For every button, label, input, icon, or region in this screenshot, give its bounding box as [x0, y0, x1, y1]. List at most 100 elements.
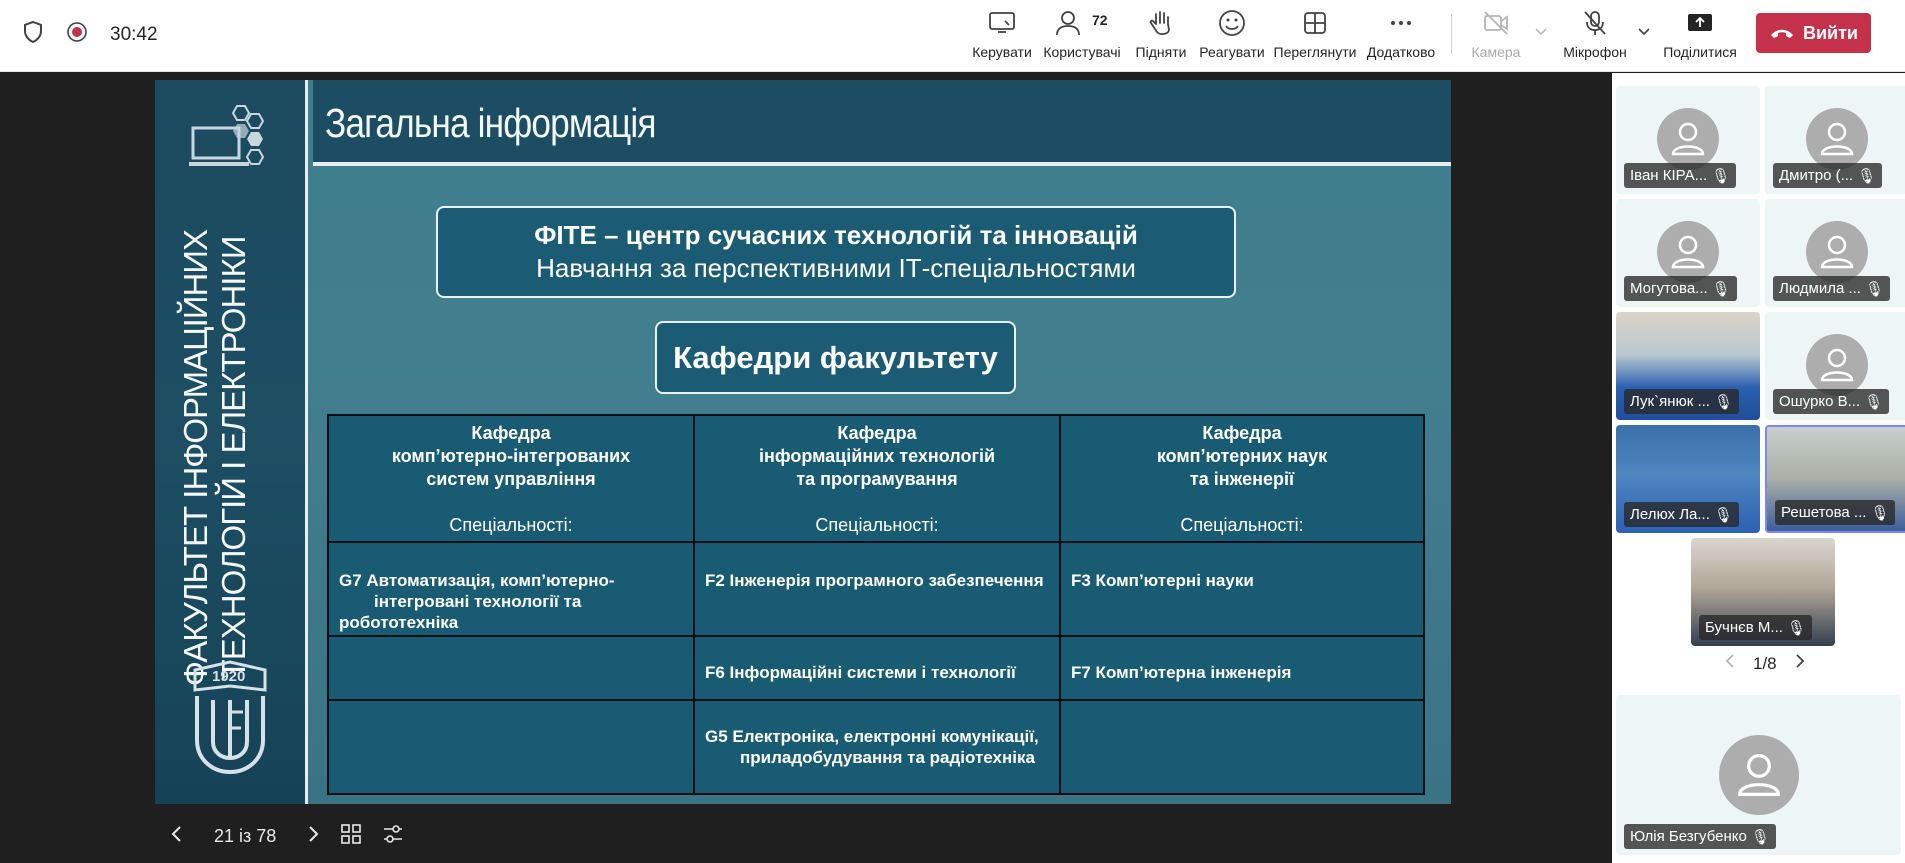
previous-page-icon[interactable]: [1725, 653, 1735, 674]
grid-view-icon[interactable]: [340, 823, 362, 850]
table-row: F6 Інформаційні системи і технології F7 …: [327, 635, 1425, 701]
specialty-text: G5 Електроніка, електронні комунікації,: [705, 727, 1039, 746]
specialty-text: F2 Інженерія програмного забезпечення: [705, 571, 1044, 590]
camera-button[interactable]: Камера: [1451, 8, 1541, 60]
share-control-button[interactable]: Керувати: [957, 8, 1047, 60]
share-button[interactable]: Поділитися: [1655, 8, 1745, 60]
specialties-label: Спеціальності:: [815, 515, 939, 535]
participant-tile[interactable]: Іван КІРА... 🎙: [1616, 86, 1760, 194]
specialties-label: Спеціальності:: [1180, 515, 1304, 535]
mic-options-chevron-icon[interactable]: [1637, 24, 1651, 42]
hangup-icon: [1770, 29, 1793, 38]
people-icon: [1056, 11, 1080, 36]
next-slide-icon[interactable]: [306, 825, 320, 848]
avatar: [1657, 221, 1719, 283]
toolbar-label: Додатково: [1366, 44, 1436, 60]
participant-video-tile[interactable]: Бучнєв М... 🎙: [1691, 538, 1835, 646]
emblem-year: 1920: [212, 668, 246, 685]
table-row: G5 Електроніка, електронні комунікації, …: [327, 699, 1425, 795]
mic-muted-icon: 🎙: [1713, 393, 1734, 411]
department-header: Кафедра комп’ютерно-інтегрованих систем …: [327, 414, 695, 543]
view-icon: [1304, 12, 1326, 34]
participant-name: Могутова... 🎙: [1624, 276, 1737, 301]
department-word: Кафедра: [471, 423, 551, 443]
participant-name: Решетова ... 🎙: [1775, 500, 1896, 525]
participant-name: Дмитро (... 🎙: [1773, 163, 1883, 188]
name-text: Могутова...: [1630, 280, 1708, 297]
toolbar-label: Керувати: [972, 44, 1032, 60]
slide-navigation: 21 із 78: [170, 823, 404, 850]
table-row: Кафедра комп’ютерно-інтегрованих систем …: [327, 414, 1425, 543]
mic-muted-icon: 🎙: [1711, 167, 1731, 185]
next-page-icon[interactable]: [1795, 653, 1805, 674]
slide-header-line: [313, 162, 1451, 166]
specialty-cell-empty: [327, 699, 695, 795]
mic-muted-icon: 🎙: [1750, 828, 1770, 846]
avatar: [1806, 334, 1868, 396]
participant-name: Людмила ... 🎙: [1773, 276, 1891, 301]
mic-muted-icon: 🎙: [1864, 393, 1884, 411]
settings-sliders-icon[interactable]: [382, 823, 404, 850]
participant-name: Ошурко В... 🎙: [1773, 389, 1890, 414]
avatar: [1806, 108, 1868, 170]
department-word: Кафедра: [837, 423, 917, 443]
view-button[interactable]: Переглянути: [1270, 8, 1360, 60]
department-name-line: інформаційних технологій: [758, 446, 996, 466]
participant-tile[interactable]: Ошурко В... 🎙: [1765, 312, 1905, 420]
slide-highlight-box: ФІТЕ – центр сучасних технологій та інно…: [436, 206, 1236, 298]
people-button[interactable]: 72 Користувачі: [1037, 8, 1127, 60]
participant-tile[interactable]: Могутова... 🎙: [1616, 199, 1760, 307]
specialty-cell: F2 Інженерія програмного забезпечення: [693, 541, 1061, 637]
participant-tile-large[interactable]: Юлія Безгубенко 🎙: [1616, 695, 1901, 855]
more-button[interactable]: Додатково: [1356, 8, 1446, 60]
departments-table: Кафедра комп’ютерно-інтегрованих систем …: [327, 414, 1425, 795]
specialty-text: F6 Інформаційні системи і технології: [705, 663, 1016, 682]
department-name-line: комп’ютерних наук: [1156, 446, 1328, 466]
name-text: Ошурко В...: [1779, 393, 1861, 410]
toolbar-label: Мікрофон: [1563, 44, 1627, 60]
raise-hand-icon: [1149, 11, 1170, 35]
toolbar-left: 30:42: [22, 20, 158, 49]
participant-video-tile[interactable]: Лук`янюк ... 🎙: [1616, 312, 1760, 420]
name-text: Лук`янюк ...: [1630, 393, 1710, 410]
specialty-cell-empty: [327, 635, 695, 701]
department-name-line: комп’ютерно-інтегрованих: [391, 446, 631, 466]
react-button[interactable]: Реагувати: [1187, 8, 1277, 60]
faculty-logo-icon: [189, 105, 265, 166]
participant-tile[interactable]: Людмила ... 🎙: [1765, 199, 1905, 307]
specialty-text: F7 Комп’ютерна інженерія: [1071, 663, 1292, 682]
specialties-label: Спеціальності:: [449, 515, 573, 535]
department-name-line: та інженерії: [1189, 469, 1295, 489]
toolbar-label: Користувачі: [1043, 44, 1121, 60]
mic-muted-icon: 🎙: [1786, 619, 1806, 637]
specialty-text: робототехніка: [339, 613, 459, 632]
shield-icon[interactable]: [22, 20, 44, 49]
mic-muted-icon: 🎙: [1864, 280, 1885, 298]
name-text: Іван КІРА...: [1630, 167, 1708, 184]
participant-name: Юлія Безгубенко 🎙: [1624, 824, 1776, 849]
leave-label: Вийти: [1802, 22, 1858, 43]
table-row: G7 Автоматизація, комп’ютерно- інтегрова…: [327, 541, 1425, 637]
name-text: Лелюх Ла...: [1630, 506, 1710, 523]
specialty-text: F3 Комп’ютерні науки: [1071, 571, 1254, 590]
mic-off-icon: [1584, 11, 1606, 35]
specialty-cell: F7 Комп’ютерна інженерія: [1059, 635, 1425, 701]
mic-muted-icon: 🎙: [1857, 167, 1877, 185]
avatar: [1806, 221, 1868, 283]
specialty-text: приладобудування та радіотехніка: [740, 748, 1035, 767]
avatar: [1718, 735, 1799, 815]
camera-options-chevron-icon[interactable]: [1534, 24, 1548, 42]
name-text: Юлія Безгубенко: [1630, 828, 1747, 845]
leave-button[interactable]: Вийти: [1756, 13, 1871, 53]
specialty-cell: F6 Інформаційні системи і технології: [693, 635, 1061, 701]
specialty-cell: G5 Електроніка, електронні комунікації, …: [693, 699, 1061, 795]
participant-tile[interactable]: Дмитро (... 🎙: [1765, 86, 1905, 194]
specialty-cell: F3 Комп’ютерні науки: [1059, 541, 1425, 637]
department-header: Кафедра інформаційних технологій та прог…: [693, 414, 1061, 543]
participant-video-tile[interactable]: Лелюх Ла... 🎙: [1616, 425, 1760, 533]
department-word: Кафедра: [1202, 423, 1282, 443]
highlight-line-1: ФІТЕ – центр сучасних технологій та інно…: [534, 220, 1138, 250]
previous-slide-icon[interactable]: [170, 825, 184, 848]
microphone-button[interactable]: Мікрофон: [1550, 8, 1640, 60]
participant-video-tile-speaking[interactable]: Решетова ... 🎙: [1765, 425, 1905, 533]
